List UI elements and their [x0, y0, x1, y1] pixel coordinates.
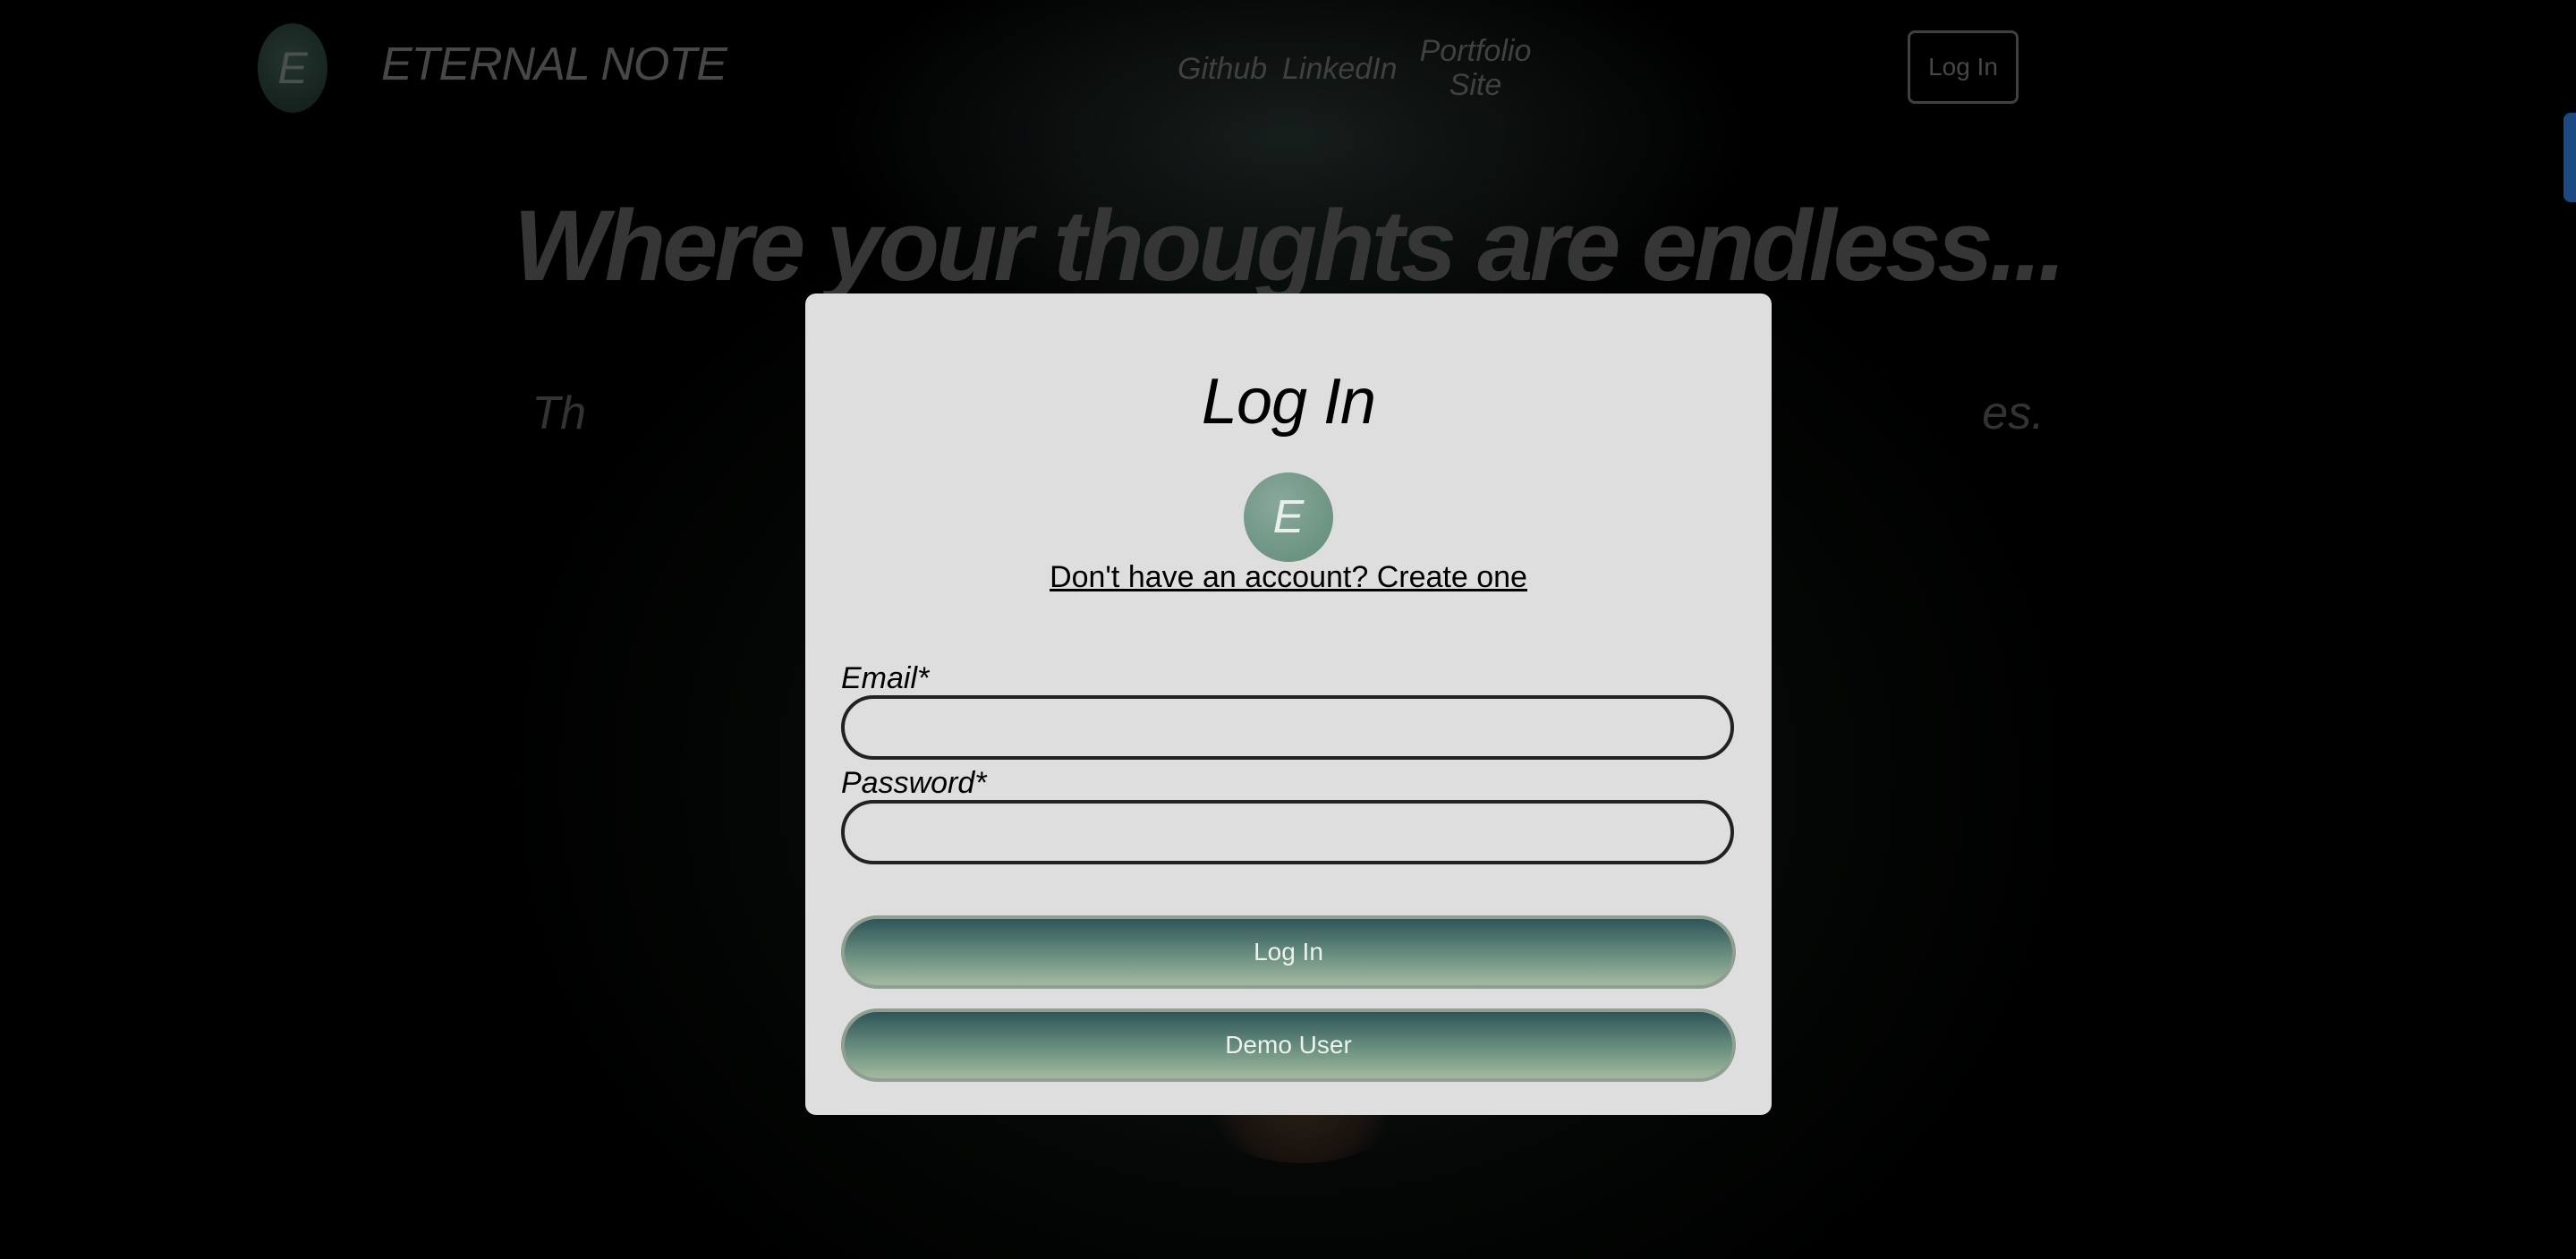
password-field[interactable]	[841, 800, 1734, 864]
modal-title: Log In	[1201, 366, 1376, 438]
demo-user-button[interactable]: Demo User	[841, 1008, 1736, 1082]
login-submit-button[interactable]: Log In	[841, 915, 1736, 989]
modal-logo: E	[1244, 472, 1333, 562]
email-label: Email*	[841, 661, 930, 695]
login-modal: Log In E Don't have an account? Create o…	[805, 293, 1772, 1115]
email-field[interactable]	[841, 695, 1734, 760]
create-account-link[interactable]: Don't have an account? Create one	[805, 560, 1772, 595]
modal-logo-letter: E	[1272, 491, 1305, 543]
password-label: Password*	[841, 766, 987, 800]
